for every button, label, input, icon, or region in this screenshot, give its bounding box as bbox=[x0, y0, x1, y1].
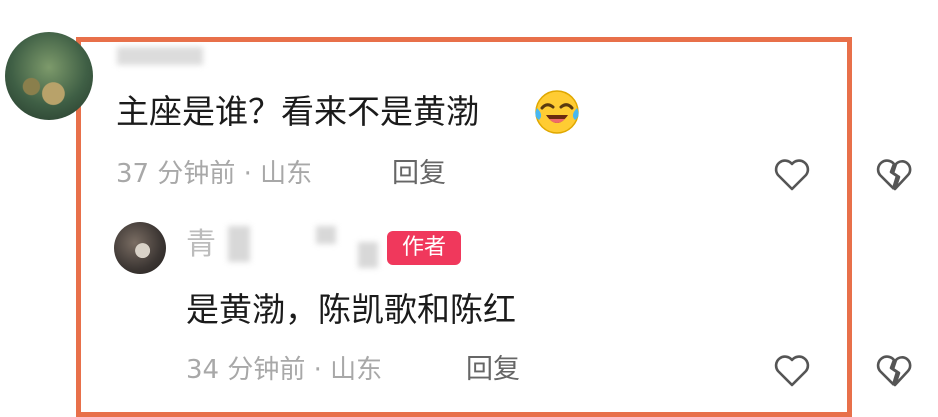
reply-meta: 34 分钟前 · 山东 bbox=[186, 355, 383, 385]
reply-button[interactable]: 回复 bbox=[392, 158, 446, 190]
heart-outline-icon[interactable] bbox=[772, 155, 812, 195]
avatar[interactable] bbox=[114, 222, 166, 274]
comment-meta: 37 分钟前 · 山东 bbox=[116, 159, 313, 189]
username-blurred bbox=[316, 226, 336, 244]
avatar[interactable] bbox=[5, 32, 93, 120]
username-blurred bbox=[228, 226, 250, 262]
username-blurred bbox=[358, 242, 378, 268]
reply-text: 是黄渤，陈凯歌和陈红 bbox=[186, 290, 516, 329]
broken-heart-icon[interactable] bbox=[874, 351, 914, 391]
author-badge: 作者 bbox=[387, 231, 461, 265]
reply-username-fragment[interactable]: 青 bbox=[186, 226, 216, 264]
username-blurred[interactable] bbox=[117, 47, 203, 65]
laughing-crying-emoji-icon bbox=[535, 90, 579, 134]
heart-outline-icon[interactable] bbox=[772, 351, 812, 391]
reply-button[interactable]: 回复 bbox=[466, 354, 520, 386]
broken-heart-icon[interactable] bbox=[874, 155, 914, 195]
comment-text: 主座是谁？看来不是黄渤 bbox=[116, 92, 479, 131]
